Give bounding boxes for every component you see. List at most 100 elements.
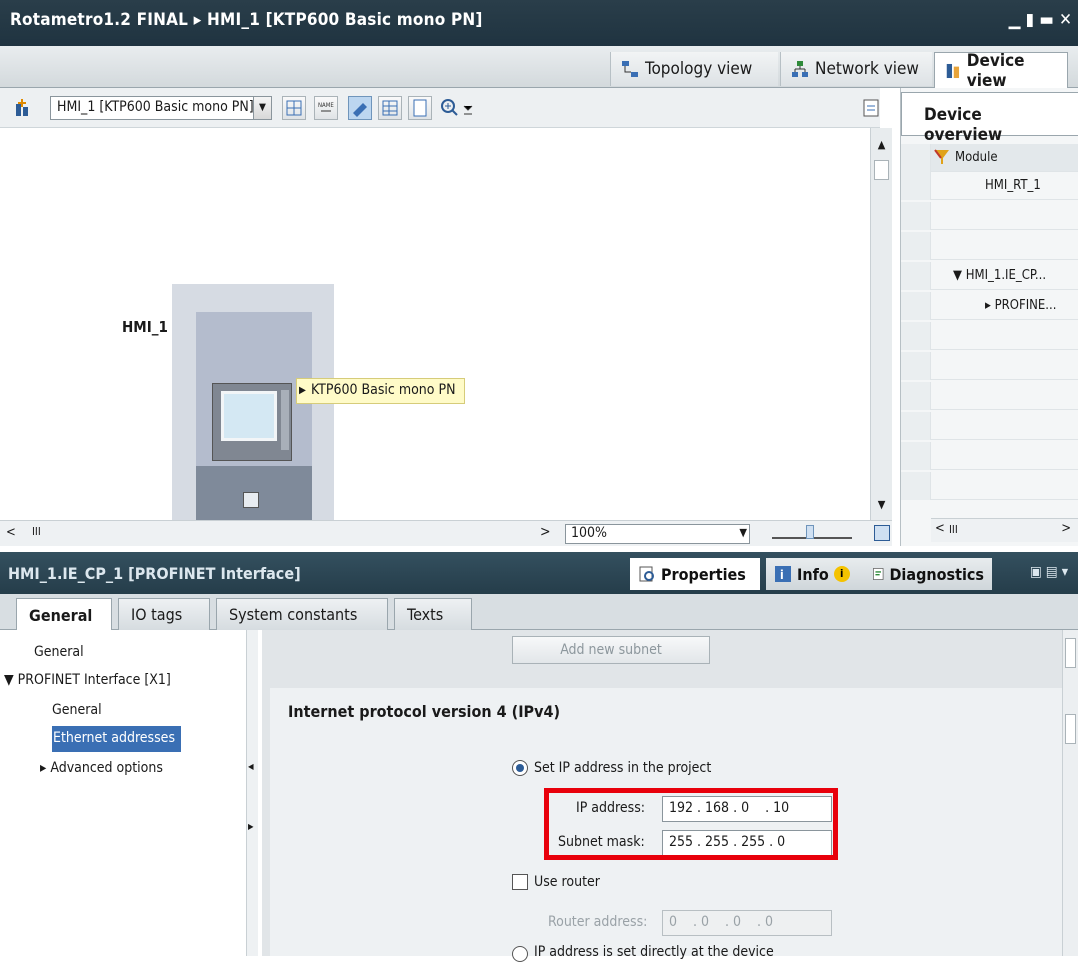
hmi-panel[interactable] [212, 383, 292, 461]
hmi-side-keys [281, 390, 289, 450]
table-icon [382, 100, 398, 116]
collapse-left-icon[interactable]: ◀ [248, 762, 254, 771]
content-scroll-thumb[interactable] [1065, 638, 1076, 668]
pane-controls-icon[interactable]: ▣ ▤ ▾ [1030, 564, 1068, 580]
zoom-value: 100% [571, 525, 608, 541]
router-address-field[interactable]: 0 . 0 . 0 . 0 [662, 910, 832, 936]
tab-network-view[interactable]: Network view [780, 52, 932, 86]
content-scrollbar[interactable] [1062, 630, 1078, 956]
scroll-right-icon[interactable]: > [1061, 521, 1071, 536]
nav-item-advanced-options[interactable]: ▸ Advanced options [40, 756, 240, 782]
subtab-system-constants[interactable]: System constants [216, 598, 388, 630]
device-canvas[interactable]: HMI_1 ▶ KTP600 Basic mono PN [0, 128, 870, 520]
add-new-subnet-button[interactable]: Add new subnet [512, 636, 710, 664]
device-overview-row[interactable] [901, 382, 1078, 410]
nav-splitter[interactable]: ◀ ▶ [246, 630, 258, 956]
port-icon[interactable] [243, 492, 259, 508]
set-ip-label: Set IP address in the project [534, 760, 712, 776]
device-overview-row[interactable] [901, 232, 1078, 260]
device-overview-cell: ▼ HMI_1.IE_CP... [953, 268, 1047, 283]
scroll-down-icon[interactable]: ▼ [874, 498, 889, 516]
set-ip-radio[interactable] [512, 760, 528, 776]
tab-properties[interactable]: Properties [630, 558, 760, 590]
zoom-icon[interactable] [440, 98, 476, 118]
ip-at-device-label: IP address is set directly at the device [534, 944, 774, 960]
property-subtabs: General IO tags System constants Texts [0, 594, 1078, 631]
zoom-select[interactable]: 100% ▼ [565, 524, 750, 544]
show-table-button[interactable] [378, 96, 402, 120]
window-title-bar: Rotametro1.2 FINAL ▸ HMI_1 [KTP600 Basic… [0, 0, 1078, 46]
play-icon: ▶ [299, 385, 306, 396]
device-overview-title[interactable]: Device overview [901, 92, 1078, 145]
canvas-vertical-scrollbar[interactable]: ▲ ▼ [870, 128, 892, 520]
scroll-right-icon[interactable]: > [540, 524, 551, 540]
use-router-label: Use router [534, 874, 600, 890]
diagnostics-icon [873, 568, 884, 580]
tab-network-label: Network view [815, 59, 919, 79]
use-router-checkbox[interactable] [512, 874, 528, 890]
tab-diagnostics[interactable]: Diagnostics [864, 558, 992, 590]
ipv4-section: Internet protocol version 4 (IPv4) Set I… [270, 688, 1062, 962]
tab-device-label: Device view [966, 50, 1025, 91]
device-select[interactable]: HMI_1 [KTP600 Basic mono PN] ▼ [50, 96, 272, 120]
page-break-button[interactable] [408, 96, 432, 120]
device-icon [946, 63, 960, 78]
scroll-left-icon[interactable]: < [6, 525, 16, 540]
svg-text:i: i [780, 568, 784, 582]
ipv4-section-title: Internet protocol version 4 (IPv4) [288, 702, 561, 721]
tab-topology-label: Topology view [645, 59, 753, 79]
subtab-io-tags[interactable]: IO tags [118, 598, 210, 630]
expand-right-icon[interactable]: ▶ [248, 822, 254, 831]
tab-topology-view[interactable]: Topology view [610, 52, 778, 86]
subtab-general[interactable]: General [16, 598, 112, 631]
name-icon: NAME [318, 102, 334, 112]
content-scroll-mark [1065, 714, 1076, 744]
device-add-icon[interactable] [12, 98, 34, 118]
topology-icon [622, 61, 638, 77]
tooltip-text: KTP600 Basic mono PN [311, 382, 456, 398]
show-io-button[interactable] [282, 96, 306, 120]
overview-hscroll-thumb[interactable]: III [949, 523, 958, 536]
device-overview-row[interactable] [901, 322, 1078, 350]
tab-diagnostics-label: Diagnostics [889, 564, 984, 584]
device-overview-row[interactable] [901, 442, 1078, 470]
page-icon [413, 99, 427, 117]
nav-item-general[interactable]: General [34, 640, 244, 666]
tab-device-view[interactable]: Device view [934, 50, 1068, 91]
fit-view-icon[interactable] [874, 525, 890, 541]
device-name-label: HMI_1 [122, 318, 168, 336]
hscroll-thumb[interactable]: III [32, 525, 41, 538]
overview-hscroll[interactable]: < III > [931, 518, 1078, 542]
module-icon [934, 149, 949, 164]
nav-item-ethernet-addresses[interactable]: Ethernet addresses [52, 726, 181, 752]
device-overview-row[interactable] [901, 202, 1078, 230]
device-overview-row[interactable] [901, 472, 1078, 500]
device-overview-row[interactable] [901, 352, 1078, 380]
column-module[interactable]: Module [955, 150, 998, 165]
nav-item-profinet-interface[interactable]: ▼ PROFINET Interface [X1] [4, 668, 244, 694]
svg-text:NAME: NAME [318, 102, 334, 109]
zoom-slider[interactable] [772, 525, 852, 539]
scroll-up-icon[interactable]: ▲ [874, 138, 889, 156]
device-overview-row[interactable]: ▼ HMI_1.IE_CP... [901, 262, 1078, 290]
grid-icon [286, 100, 302, 116]
device-overview-row[interactable] [901, 412, 1078, 440]
show-labels-button[interactable] [348, 96, 372, 120]
scroll-thumb[interactable] [874, 160, 889, 180]
subtab-texts[interactable]: Texts [394, 598, 472, 630]
show-name-button[interactable]: NAME [314, 96, 338, 120]
inspector-header: HMI_1.IE_CP_1 [PROFINET Interface] Prope… [0, 552, 1078, 594]
tab-info[interactable]: i Info i [766, 558, 864, 590]
export-icon[interactable] [862, 98, 880, 118]
nav-item-general-sub[interactable]: General [52, 698, 192, 724]
device-tooltip: ▶ KTP600 Basic mono PN [296, 378, 465, 404]
inspector-title: HMI_1.IE_CP_1 [PROFINET Interface] [8, 564, 301, 583]
device-overview-row[interactable]: HMI_RT_1 [901, 172, 1078, 200]
zoom-slider-handle[interactable] [806, 525, 814, 539]
device-overview-header: Module [901, 144, 1078, 172]
device-overview-row[interactable]: ▸ PROFINE... [901, 292, 1078, 320]
ip-at-device-radio[interactable] [512, 946, 528, 962]
chevron-down-icon: ▼ [253, 97, 271, 119]
scroll-left-icon[interactable]: < [935, 521, 945, 536]
window-controls[interactable]: ▁ ▮ ▬ ✕ [1009, 10, 1072, 30]
